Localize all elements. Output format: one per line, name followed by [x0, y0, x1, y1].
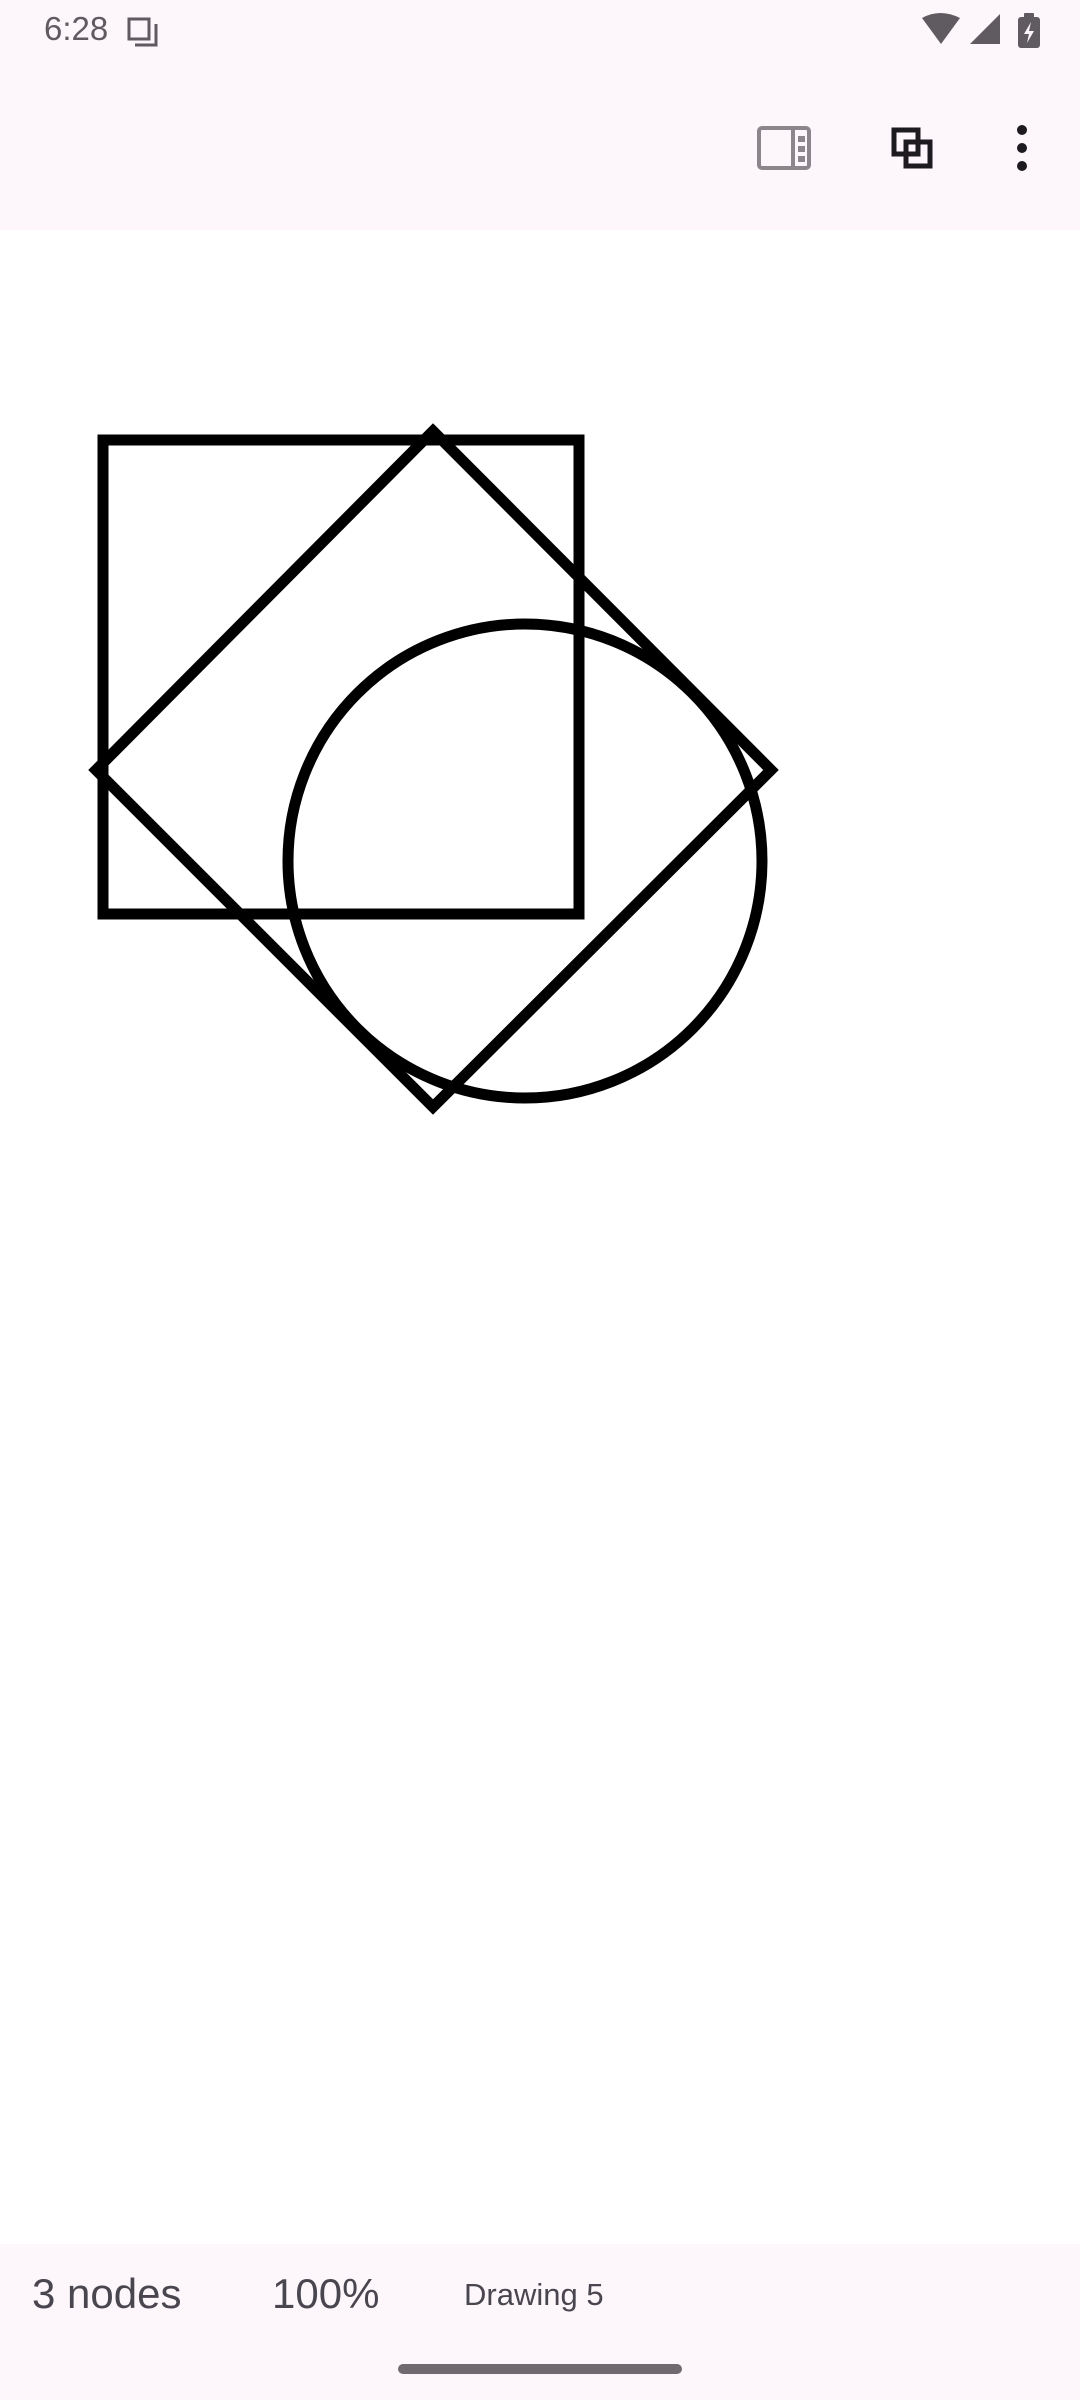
- diamond-shape[interactable]: [88, 423, 779, 1115]
- more-options-button[interactable]: [986, 112, 1058, 184]
- status-bar: 6:28: [0, 0, 1080, 62]
- status-time: 6:28: [44, 10, 109, 47]
- canvas-shapes: [88, 423, 779, 1115]
- status-icons: [922, 13, 1040, 48]
- signal-icon: [970, 14, 1000, 44]
- bottom-info-bar: 3 nodes 100% Drawing 5: [0, 2244, 1080, 2400]
- side-panel-button[interactable]: [748, 112, 820, 184]
- circle-shape[interactable]: [282, 618, 768, 1104]
- node-count: 3 nodes: [32, 2270, 182, 2317]
- layers-icon: [891, 127, 933, 169]
- notification-copy-icon: [127, 17, 158, 47]
- zoom-level[interactable]: 100%: [272, 2270, 379, 2318]
- drawing-canvas[interactable]: [0, 230, 1080, 2244]
- layers-button[interactable]: [876, 112, 948, 184]
- top-app-bar: [0, 62, 1080, 230]
- drawing-name[interactable]: Drawing 5: [464, 2277, 604, 2313]
- gesture-navigation-handle[interactable]: [398, 2364, 682, 2374]
- side-panel-icon: [757, 126, 811, 170]
- battery-charging-icon: [1018, 13, 1040, 48]
- more-options-icon: [1017, 125, 1027, 171]
- wifi-icon: [922, 13, 960, 44]
